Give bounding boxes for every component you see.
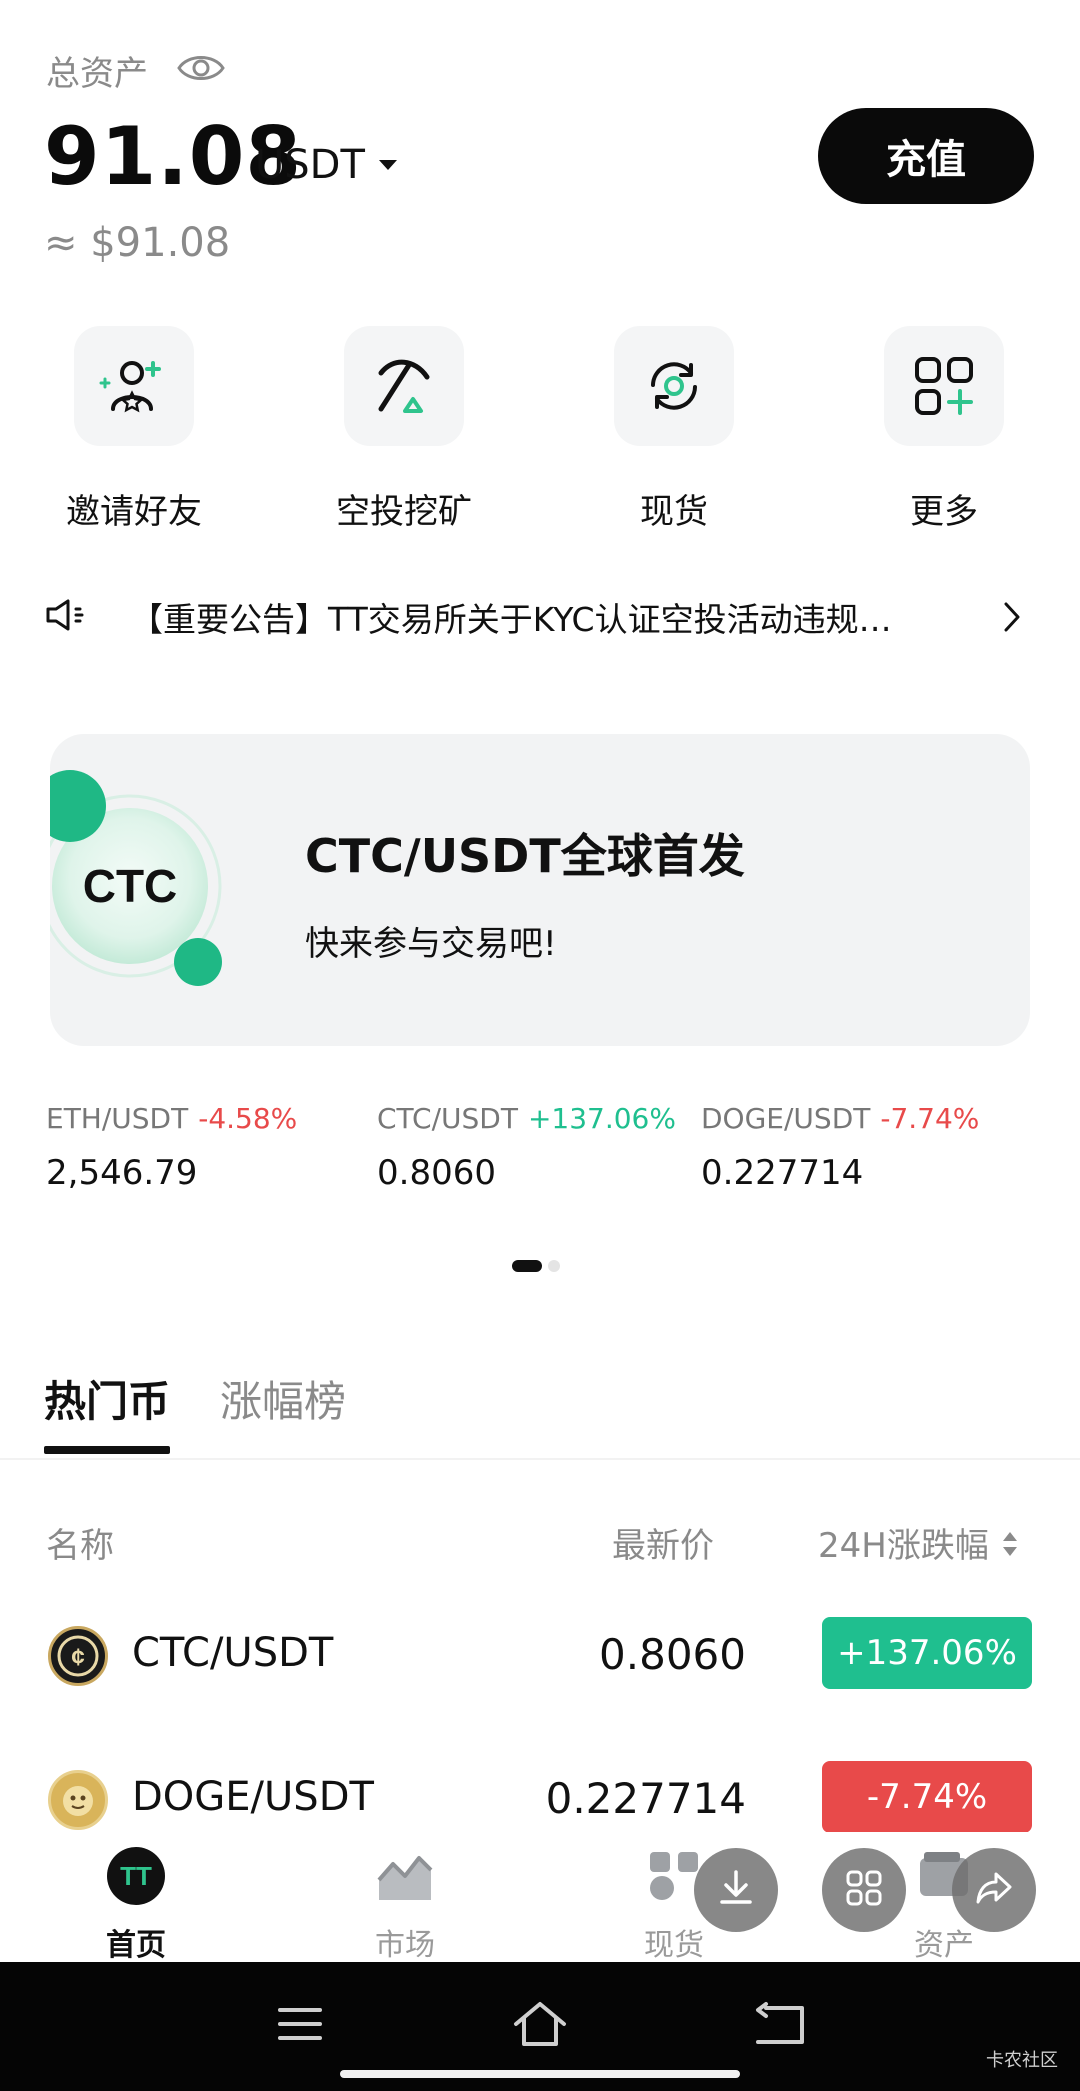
quick-action-spot[interactable]: 现货	[574, 326, 774, 533]
ticker-pair: ETH/USDT	[46, 1102, 189, 1135]
speaker-icon	[44, 598, 90, 636]
table-row[interactable]: ¢ CTC/USDT 0.8060 +137.06%	[0, 1606, 1080, 1706]
svg-text:¢: ¢	[71, 1644, 84, 1671]
banner-logo-text: CTC	[83, 860, 178, 912]
home-indicator[interactable]	[340, 2070, 740, 2078]
menu-icon[interactable]	[276, 2004, 324, 2048]
quick-action-label: 邀请好友	[66, 492, 202, 532]
quick-action-label: 更多	[910, 492, 978, 532]
column-header-name: 名称	[46, 1526, 114, 1566]
eye-icon[interactable]	[176, 50, 226, 86]
share-button[interactable]	[952, 1848, 1036, 1932]
ticker-item[interactable]: DOGE/USDT -7.74% 0.227714	[701, 1102, 979, 1193]
pickaxe-icon	[344, 326, 464, 446]
ticker-pair: CTC/USDT	[377, 1102, 518, 1135]
svg-text:TT: TT	[120, 1861, 152, 1891]
row-price: 0.227714	[545, 1774, 746, 1823]
row-change-badge[interactable]: -7.74%	[822, 1761, 1032, 1833]
announcement-bar[interactable]: 【重要公告】TT交易所关于KYC认证空投活动违规…	[44, 592, 1036, 642]
quick-action-invite[interactable]: 邀请好友	[34, 326, 234, 533]
carousel-dot-active	[512, 1260, 542, 1272]
more-grid-icon	[884, 326, 1004, 446]
row-pair: DOGE/USDT	[132, 1774, 374, 1820]
grid-menu-button[interactable]	[822, 1848, 906, 1932]
banner-title: CTC/USDT全球首发	[305, 829, 745, 883]
row-change-badge[interactable]: +137.06%	[822, 1617, 1032, 1689]
ticker-item[interactable]: ETH/USDT -4.58% 2,546.79	[46, 1102, 297, 1193]
invite-friends-icon	[74, 326, 194, 446]
deposit-button[interactable]: 充值	[818, 108, 1034, 204]
currency-selector[interactable]: USDT	[255, 142, 397, 188]
share-arrow-icon	[972, 1866, 1016, 1914]
home-icon[interactable]	[510, 2000, 570, 2052]
watermark-text: 卡农社区	[986, 2050, 1058, 2071]
spot-icon	[614, 326, 734, 446]
promo-banner[interactable]: CTC	[50, 734, 1030, 1046]
nav-label: 现货	[644, 1928, 704, 1963]
ticker-price: 0.227714	[701, 1153, 864, 1193]
usd-approx-value: ≈ $91.08	[44, 220, 231, 266]
banner-subtitle: 快来参与交易吧!	[305, 924, 557, 964]
ctc-logo-graphic: CTC	[50, 770, 222, 986]
caret-down-icon	[378, 160, 397, 170]
carousel-dot	[548, 1260, 560, 1272]
ticker-change: +137.06%	[527, 1102, 676, 1135]
announcement-text: 【重要公告】TT交易所关于KYC认证空投活动违规…	[130, 600, 892, 639]
tab-gainers[interactable]: 涨幅榜	[220, 1368, 346, 1429]
tab-hot-coins[interactable]: 热门币	[44, 1368, 170, 1429]
total-assets-label: 总资产	[46, 54, 148, 94]
row-price: 0.8060	[599, 1630, 746, 1679]
download-icon	[714, 1866, 758, 1914]
row-pair: CTC/USDT	[132, 1630, 334, 1676]
tab-active-indicator	[44, 1446, 170, 1454]
grid-icon	[842, 1866, 886, 1914]
ticker-item[interactable]: CTC/USDT +137.06% 0.8060	[377, 1102, 676, 1193]
column-header-change[interactable]: 24H涨跌幅	[818, 1518, 1019, 1568]
currency-unit: USDT	[255, 142, 365, 188]
ctc-coin-icon: ¢	[48, 1626, 108, 1686]
quick-action-label: 空投挖矿	[336, 492, 472, 532]
chevron-right-icon[interactable]	[1002, 600, 1022, 638]
column-header-change-label: 24H涨跌幅	[818, 1526, 989, 1566]
home-logo-icon: TT	[106, 1846, 166, 1910]
nav-label: 首页	[106, 1928, 166, 1963]
sort-icon	[1001, 1528, 1019, 1568]
nav-market[interactable]: 市场	[325, 1846, 485, 1964]
quick-action-more[interactable]: 更多	[844, 326, 1044, 533]
nav-label: 市场	[375, 1928, 435, 1963]
quick-action-airdrop-mining[interactable]: 空投挖矿	[304, 326, 504, 533]
ticker-price: 0.8060	[377, 1153, 496, 1193]
nav-label: 资产	[914, 1928, 974, 1963]
ticker-change: -7.74%	[880, 1102, 980, 1135]
ticker-price: 2,546.79	[46, 1153, 198, 1193]
divider	[0, 1458, 1080, 1460]
ticker-pair: DOGE/USDT	[701, 1102, 871, 1135]
back-icon[interactable]	[752, 2000, 808, 2052]
quick-action-label: 现货	[640, 492, 708, 532]
nav-home[interactable]: TT 首页	[56, 1846, 216, 1964]
ticker-change: -4.58%	[198, 1102, 298, 1135]
market-chart-icon	[375, 1846, 435, 1910]
column-header-price[interactable]: 最新价	[612, 1518, 714, 1567]
carousel-indicator	[512, 1260, 560, 1272]
doge-coin-icon	[48, 1770, 108, 1830]
download-button[interactable]	[694, 1848, 778, 1932]
